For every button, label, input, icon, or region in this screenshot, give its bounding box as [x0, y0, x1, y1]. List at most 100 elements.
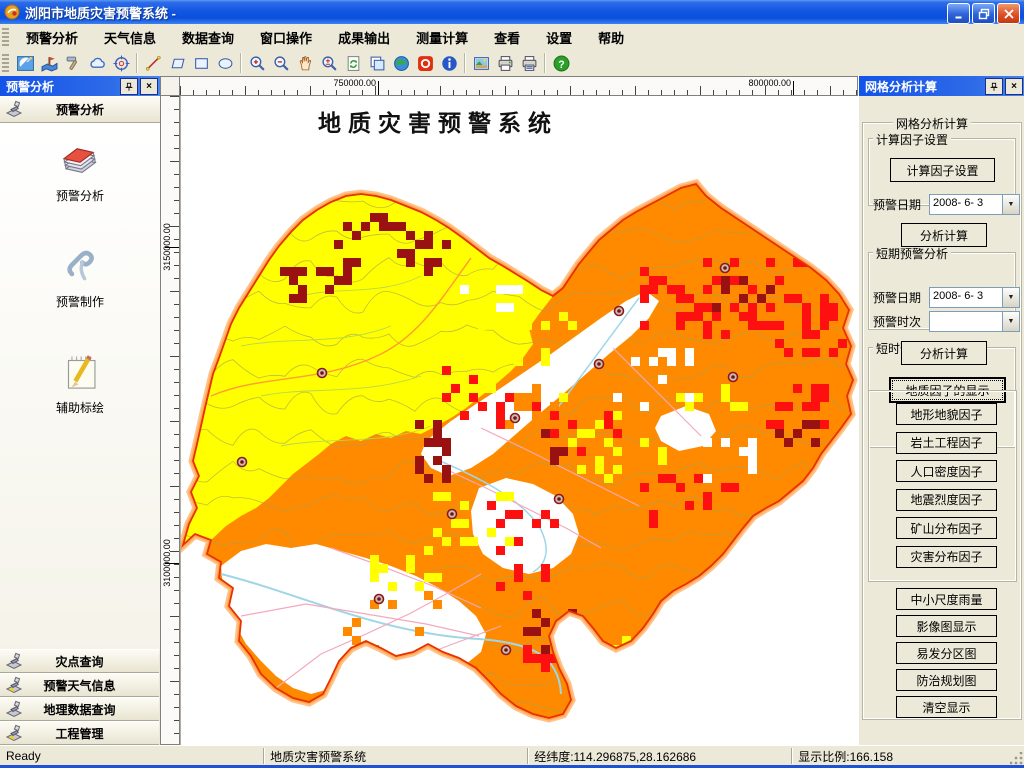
ruler-corner	[160, 76, 180, 96]
stamp-icon	[5, 100, 23, 118]
toolbar: ?	[0, 50, 1024, 77]
zoom-out-icon[interactable]	[269, 52, 293, 74]
left-panel-sections: 灾点查询预警天气信息地理数据查询 工程管理	[0, 649, 159, 745]
zoom-extent-icon[interactable]	[317, 52, 341, 74]
resize-grip-icon[interactable]	[1010, 752, 1023, 765]
forecast-date-label: 预警日期	[873, 198, 922, 212]
layer-button[interactable]: 影像图显示	[896, 615, 997, 637]
top-ruler: 750000.00 800000.00	[180, 76, 858, 96]
rectangle-tool-icon[interactable]	[189, 52, 213, 74]
sidebar-item-label: 预警制作	[55, 295, 104, 309]
right-panel: 网格分析计算 × 网格分析计算 计算因子设置 计算因子设置 短期预警分析 预警日…	[858, 76, 1024, 745]
factor-button[interactable]: 矿山分布因子	[896, 517, 997, 539]
chevron-down-icon[interactable]: ▼	[1002, 195, 1019, 214]
sidebar-section-label: 地理数据查询	[43, 702, 116, 717]
cloud-icon[interactable]	[85, 52, 109, 74]
right-panel-titlebar: 网格分析计算 ×	[859, 76, 1024, 96]
left-panel-header[interactable]: 预警分析	[0, 96, 160, 123]
stamp-color-icon	[5, 724, 23, 742]
forecast-time-label: 预警时次	[873, 315, 922, 329]
group-legend: 网格分析计算	[893, 115, 972, 132]
menu-item[interactable]: 预警分析	[13, 24, 91, 51]
layer-button[interactable]: 易发分区图	[896, 642, 997, 664]
copy-layers-icon[interactable]	[365, 52, 389, 74]
layer-button[interactable]: 防治规划图	[896, 669, 997, 691]
image-icon[interactable]	[469, 52, 493, 74]
globe-icon[interactable]	[389, 52, 413, 74]
sidebar-section-label: 灾点查询	[55, 654, 104, 669]
hammer-icon[interactable]	[61, 52, 85, 74]
sidebar-section[interactable]: 灾点查询	[0, 649, 159, 673]
factor-button[interactable]: 灾害分布因子	[896, 545, 997, 568]
short-term-analyze-button[interactable]: 分析计算	[901, 223, 987, 247]
layer-button[interactable]: 中小尺度雨量	[896, 588, 997, 610]
chevron-down-icon[interactable]: ▼	[1002, 312, 1019, 331]
stop-icon[interactable]	[413, 52, 437, 74]
sidebar-section[interactable]: 工程管理	[0, 721, 159, 745]
info-icon[interactable]	[437, 52, 461, 74]
close-icon[interactable]: ×	[140, 78, 158, 95]
chevron-down-icon[interactable]: ▼	[1002, 288, 1019, 307]
right-panel-title: 网格分析计算	[865, 79, 938, 94]
target-icon[interactable]	[109, 52, 133, 74]
app-logo-icon	[4, 4, 20, 20]
factor-button[interactable]: 人口密度因子	[896, 460, 997, 482]
sidebar-item-book[interactable]: 预警分析	[0, 137, 160, 229]
status-panel: 经纬度:114.296875,28.162686	[527, 748, 791, 764]
short-time-date-combo[interactable]: 2008- 6- 3 ▼	[929, 287, 1020, 308]
left-panel: 预警分析 × 预警分析 预警分析预警制作辅助标绘 灾点查询预警天气信息地理数据查…	[0, 76, 161, 745]
menu-item[interactable]: 测量计算	[403, 24, 481, 51]
ellipse-tool-icon[interactable]	[213, 52, 237, 74]
close-icon[interactable]: ×	[1005, 78, 1023, 95]
forecast-time-combo[interactable]: ▼	[929, 311, 1020, 332]
toolbar-grip[interactable]	[2, 54, 9, 72]
calc-factor-settings-button[interactable]: 计算因子设置	[890, 158, 995, 182]
menu-item[interactable]: 天气信息	[91, 24, 169, 51]
pin-icon[interactable]	[985, 78, 1003, 95]
satellite-icon[interactable]	[13, 52, 37, 74]
line-tool-icon[interactable]	[141, 52, 165, 74]
menu-item[interactable]: 窗口操作	[247, 24, 325, 51]
left-panel-titlebar: 预警分析 ×	[0, 76, 160, 96]
map-canvas[interactable]: 地质灾害预警系统	[180, 96, 858, 745]
map-flag-icon[interactable]	[37, 52, 61, 74]
refresh-icon[interactable]	[341, 52, 365, 74]
pin-icon[interactable]	[120, 78, 138, 95]
forecast-date-combo[interactable]: 2008- 6- 3 ▼	[929, 194, 1020, 215]
toolbar-separator	[240, 53, 242, 73]
menu-item[interactable]: 成果输出	[325, 24, 403, 51]
sidebar-item-corkscrew[interactable]: 预警制作	[0, 243, 160, 335]
menu-bar: 预警分析 天气信息 数据查询 窗口操作 成果输出 测量计算 查看 设置 帮助	[0, 24, 1024, 51]
sidebar-item-notepad-pencil[interactable]: 辅助标绘	[0, 349, 160, 441]
corkscrew-icon	[57, 243, 103, 289]
minimize-button[interactable]	[947, 3, 970, 24]
status-panel: 地质灾害预警系统	[263, 748, 527, 764]
sidebar-section[interactable]: 预警天气信息	[0, 673, 159, 697]
notepad-pencil-icon	[57, 349, 103, 395]
menu-item[interactable]: 查看	[481, 24, 533, 51]
factor-button[interactable]: 岩土工程因子	[896, 431, 997, 454]
toolbar-separator	[136, 53, 138, 73]
menu-item[interactable]: 数据查询	[169, 24, 247, 51]
status-panel: Ready	[6, 749, 41, 763]
help-icon[interactable]: ?	[549, 52, 573, 74]
short-time-analyze-button[interactable]: 分析计算	[901, 341, 987, 365]
pan-icon[interactable]	[293, 52, 317, 74]
menu-item[interactable]: 设置	[533, 24, 585, 51]
factor-button[interactable]: 地形地貌因子	[896, 403, 997, 425]
menu-item[interactable]: 帮助	[585, 24, 637, 51]
print-icon[interactable]	[493, 52, 517, 74]
map-title: 地质灾害预警系统	[318, 110, 558, 137]
close-button[interactable]	[997, 3, 1020, 24]
print-preview-icon[interactable]	[517, 52, 541, 74]
stamp-gray-icon	[5, 652, 23, 670]
left-ruler: 3150000.00 3100000.00	[160, 96, 180, 745]
layer-button[interactable]: 清空显示	[896, 696, 997, 718]
sidebar-section-label: 工程管理	[55, 726, 104, 741]
zoom-in-icon[interactable]	[245, 52, 269, 74]
menu-grip[interactable]	[2, 28, 9, 46]
factor-button[interactable]: 地震烈度因子	[896, 488, 997, 511]
sidebar-section[interactable]: 地理数据查询	[0, 697, 159, 721]
restore-button[interactable]	[972, 3, 995, 24]
polygon-tool-icon[interactable]	[165, 52, 189, 74]
